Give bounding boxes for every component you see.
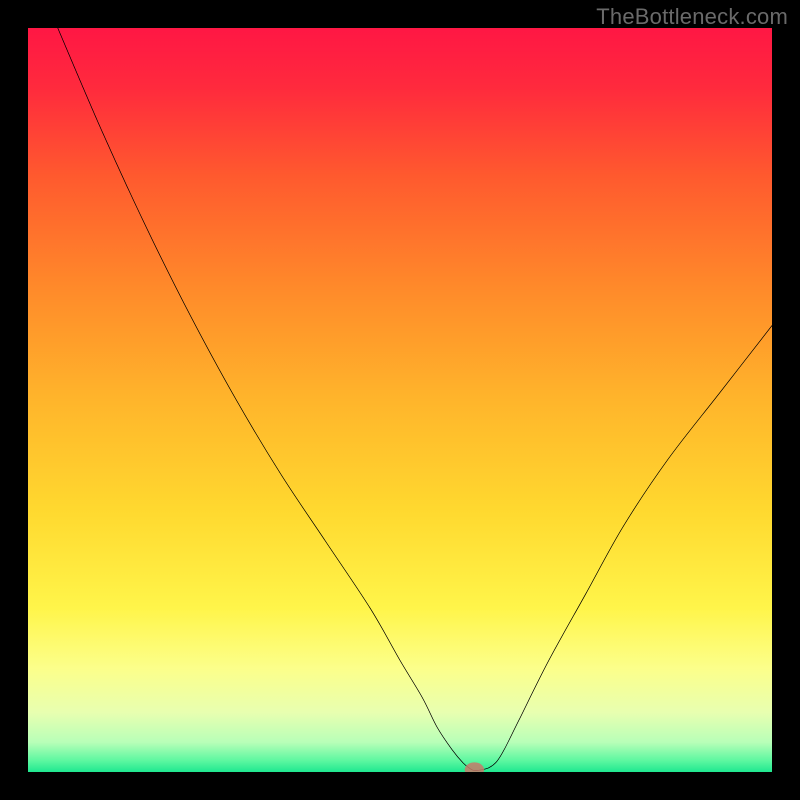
plot-area (28, 28, 772, 772)
watermark-text: TheBottleneck.com (596, 4, 788, 30)
chart-frame: TheBottleneck.com (0, 0, 800, 800)
chart-svg (28, 28, 772, 772)
